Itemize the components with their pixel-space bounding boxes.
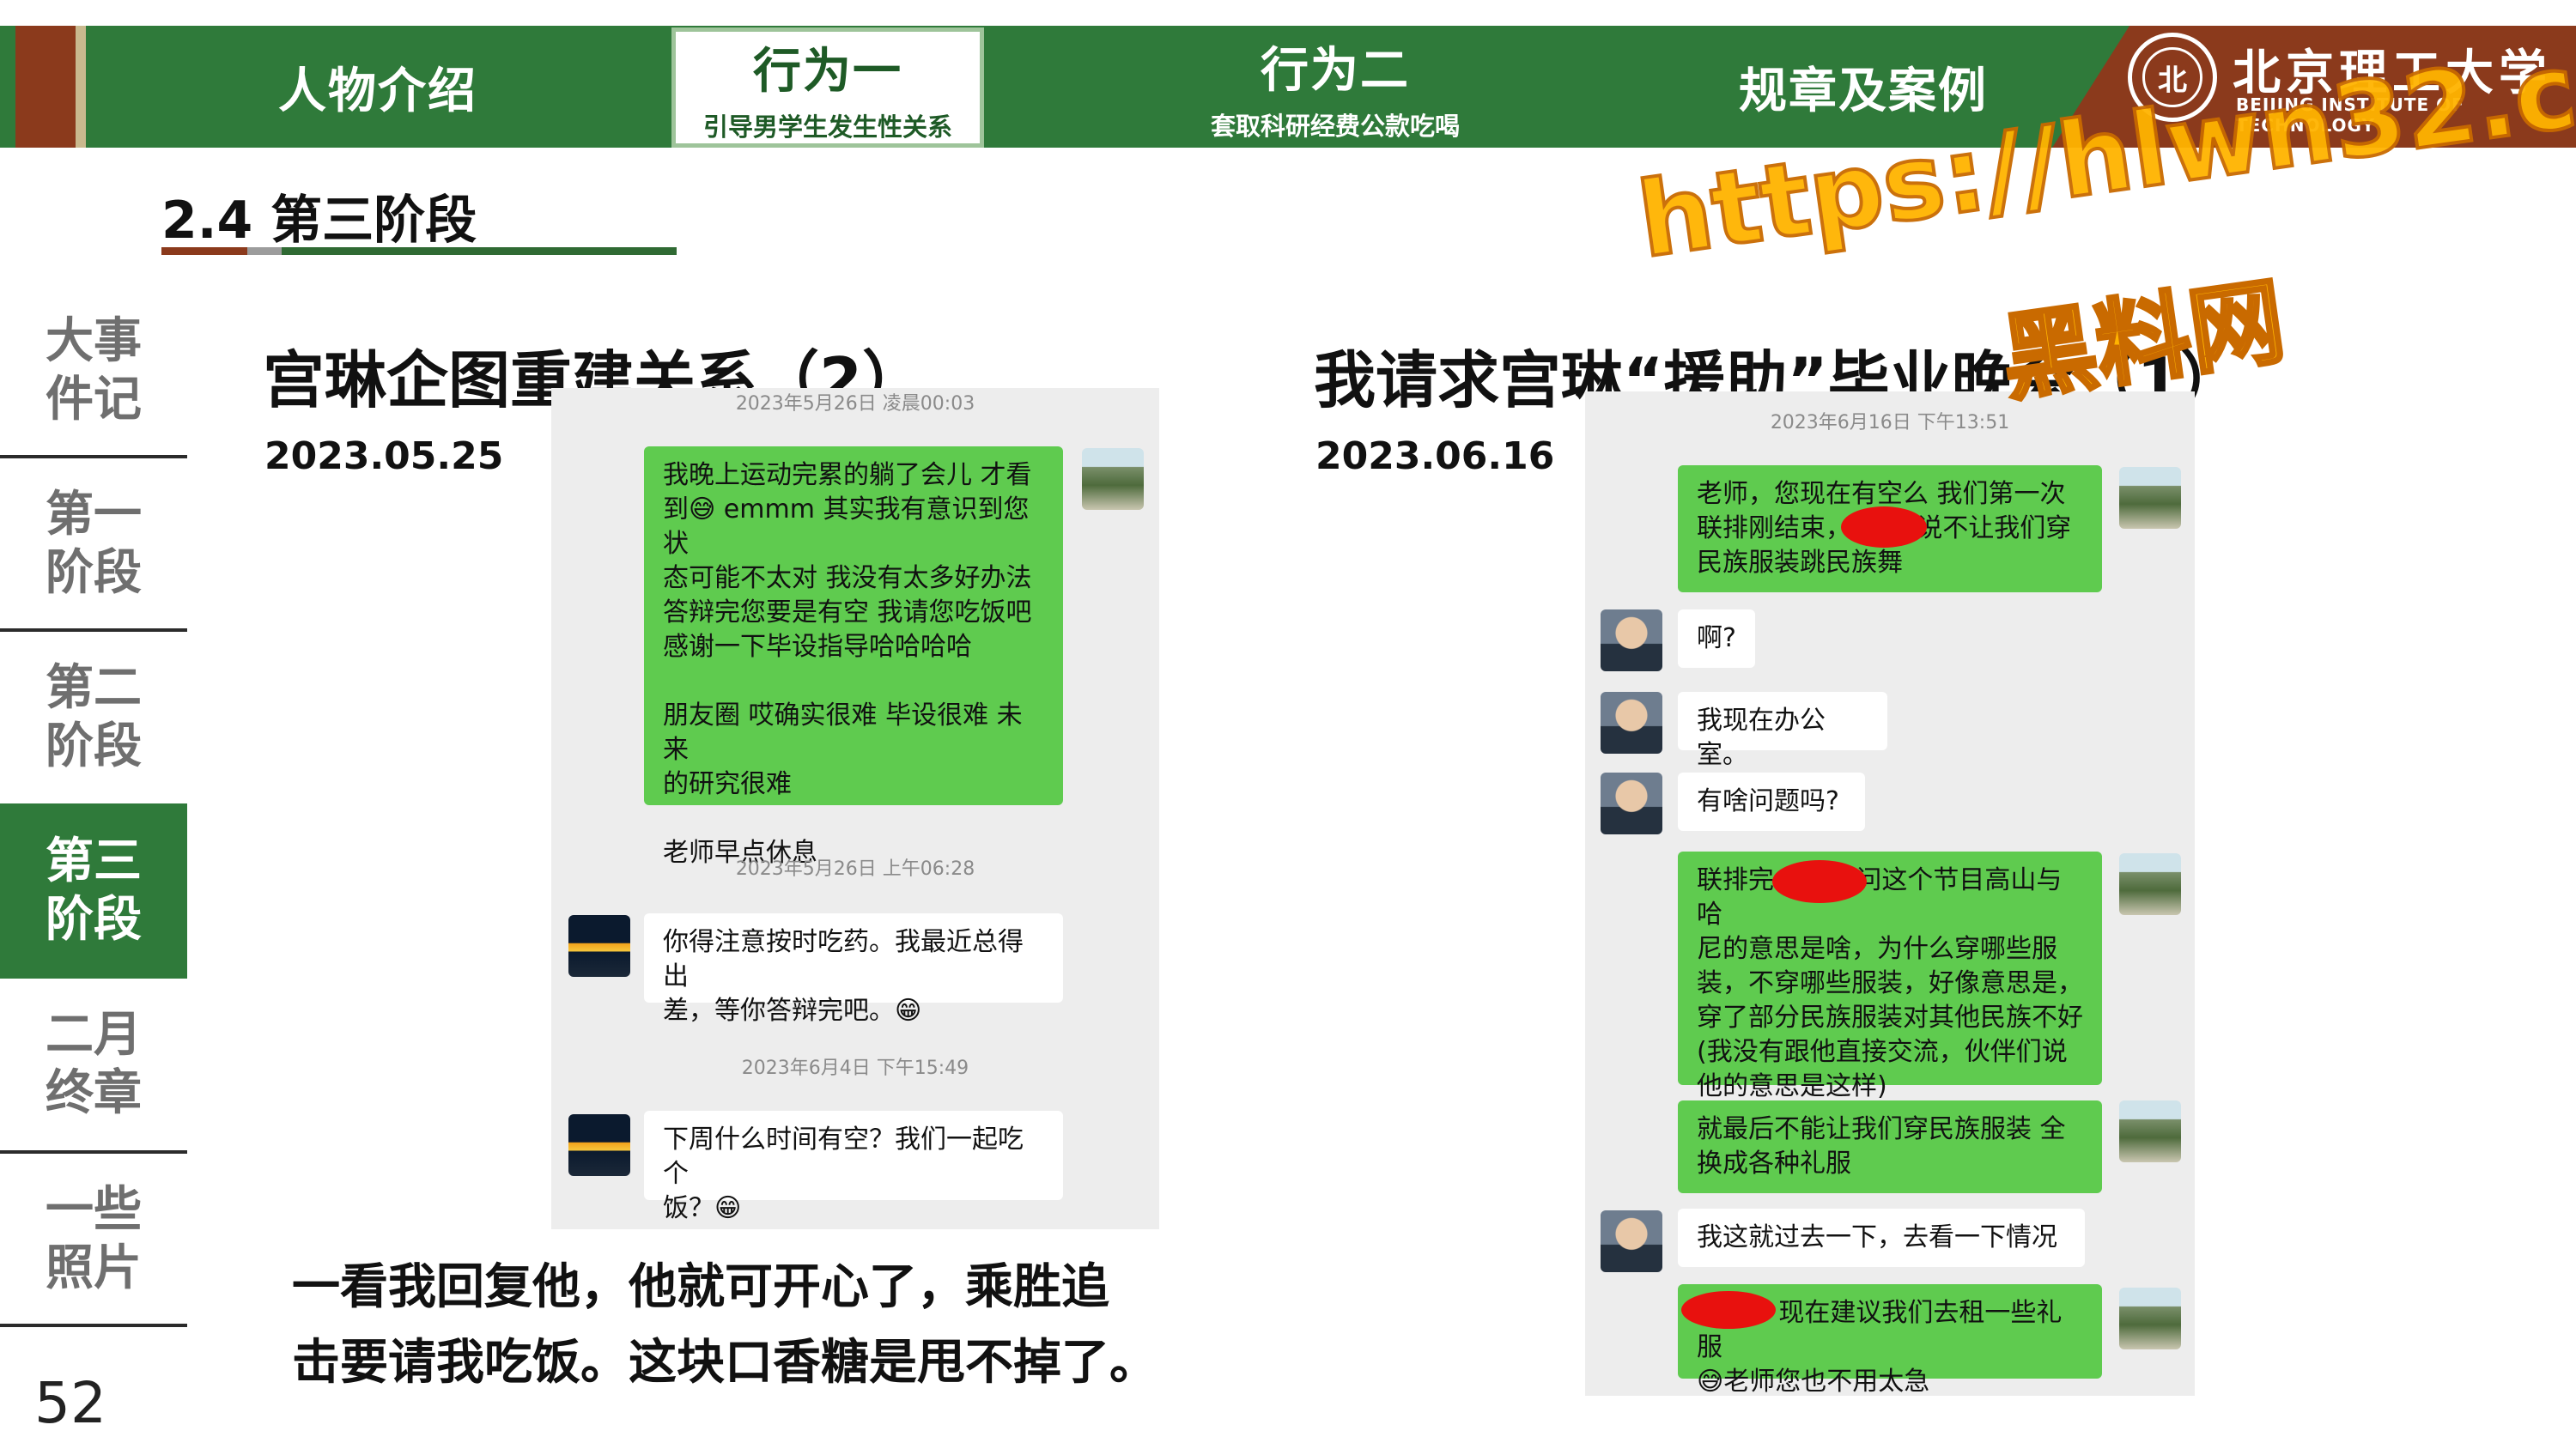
sidebar-item-label: 一些 照片 [46, 1182, 142, 1296]
nav-tab-behavior-two-sub: 套取科研经费公款吃喝 [1210, 111, 1460, 141]
page-number: 52 [34, 1370, 106, 1436]
chat-message: 我现在办公室。 [1678, 692, 1887, 770]
sidebar-item-label: 二月 终章 [46, 1007, 142, 1121]
sidebar-item-label: 第三 阶段 [46, 834, 142, 948]
nav-left-accent [15, 26, 76, 148]
sidebar-divider [0, 1150, 187, 1154]
avatar [2119, 467, 2181, 529]
sidebar-item-label: 大事 件记 [46, 313, 142, 427]
sidebar-item-label: 第二 阶段 [46, 660, 142, 774]
chat-message: 联排完 问这个节目高山与哈 尼的意思是啥，为什么穿哪些服 装，不穿哪些服装，好像… [1678, 852, 2102, 1101]
caption-line: 一看我回复他，他就可开心了，乘胜追 [292, 1259, 1109, 1315]
left-panel-caption: 一看我回复他，他就可开心了，乘胜追 击要请我吃饭。这块口香糖是甩不掉了。 [292, 1250, 1236, 1401]
chat-message: 下周什么时间有空？我们一起吃个 饭？😁 [644, 1111, 1063, 1223]
nav-tab-behavior-one-sub: 引导男学生发生性关系 [702, 112, 952, 142]
avatar [1601, 773, 1662, 834]
sidebar-divider [0, 1324, 187, 1327]
left-panel-date: 2023.05.25 [264, 434, 504, 478]
chat-timestamp: 2023年6月16日 下午13:51 [1770, 412, 2010, 433]
nav-tab-intro[interactable]: 人物介绍 [86, 26, 670, 148]
sidebar-item-label: 第一 阶段 [46, 487, 142, 601]
sidebar-item-events[interactable]: 大事 件记 [0, 287, 187, 455]
chat-message: 就最后不能让我们穿民族服装 全 换成各种礼服 [1678, 1100, 2102, 1193]
left-chat-screenshot: 2023年5月26日 凌晨00:03 我晚上运动完累的躺了会儿 才看 到😅 em… [551, 388, 1159, 1229]
chat-message: 啊? [1678, 609, 1755, 668]
caption-line: 击要请我吃饭。这块口香糖是甩不掉了。 [292, 1335, 1157, 1391]
nav-tab-behavior-two[interactable]: 行为二 套取科研经费公款吃喝 [987, 26, 1683, 148]
avatar [2119, 1100, 2181, 1162]
avatar [1601, 1210, 1662, 1272]
sidebar-item-stage-two[interactable]: 第二 阶段 [0, 634, 187, 802]
right-chat-screenshot: 2023年6月16日 下午13:51 老师，您现在有空么 我们第一次 联排刚结束… [1585, 391, 2195, 1396]
sidebar-item-february-finale[interactable]: 二月 终章 [0, 980, 187, 1149]
avatar [2119, 1288, 2181, 1349]
nav-tab-behavior-one[interactable]: 行为一 引导男学生发生性关系 [671, 27, 984, 148]
section-underline [161, 247, 677, 255]
chat-timestamp: 2023年5月26日 凌晨00:03 [735, 393, 975, 415]
avatar [1082, 448, 1144, 510]
chat-message: 有啥问题吗? [1678, 773, 1865, 831]
nav-tab-behavior-one-label: 行为一 [753, 43, 902, 100]
nav-left-stripe [76, 26, 86, 148]
avatar [568, 915, 630, 977]
nav-tab-intro-label: 人物介绍 [278, 63, 477, 119]
redaction-mark [1841, 506, 1927, 548]
sidebar-divider [0, 455, 187, 458]
avatar [2119, 853, 2181, 915]
sidebar-item-photos[interactable]: 一些 照片 [0, 1155, 187, 1324]
redaction-mark [1681, 1291, 1776, 1329]
avatar [1601, 692, 1662, 754]
chat-timestamp: 2023年6月4日 下午15:49 [741, 1058, 969, 1079]
chat-message: 你得注意按时吃药。我最近总得出 差，等你答辩完吧。😁 [644, 913, 1063, 1026]
avatar [1601, 609, 1662, 671]
redaction-mark [1772, 860, 1867, 903]
nav-tab-rules-label: 规章及案例 [1739, 63, 1988, 119]
nav-tab-behavior-two-label: 行为二 [1261, 42, 1410, 99]
sidebar-item-stage-one[interactable]: 第一 阶段 [0, 460, 187, 628]
chat-timestamp: 2023年5月26日 上午06:28 [735, 858, 975, 880]
section-title: 2.4 第三阶段 [161, 191, 477, 251]
watermark-name: 黑料网 [1994, 264, 2293, 416]
sidebar-divider [0, 628, 187, 632]
avatar [568, 1114, 630, 1176]
right-panel-date: 2023.06.16 [1315, 434, 1555, 478]
chat-message: 我晚上运动完累的躺了会儿 才看 到😅 emmm 其实我有意识到您状 态可能不太对… [644, 446, 1063, 868]
chat-message: 我这就过去一下，去看一下情况 [1678, 1209, 2085, 1267]
sidebar-item-stage-three[interactable]: 第三 阶段 [0, 803, 187, 979]
